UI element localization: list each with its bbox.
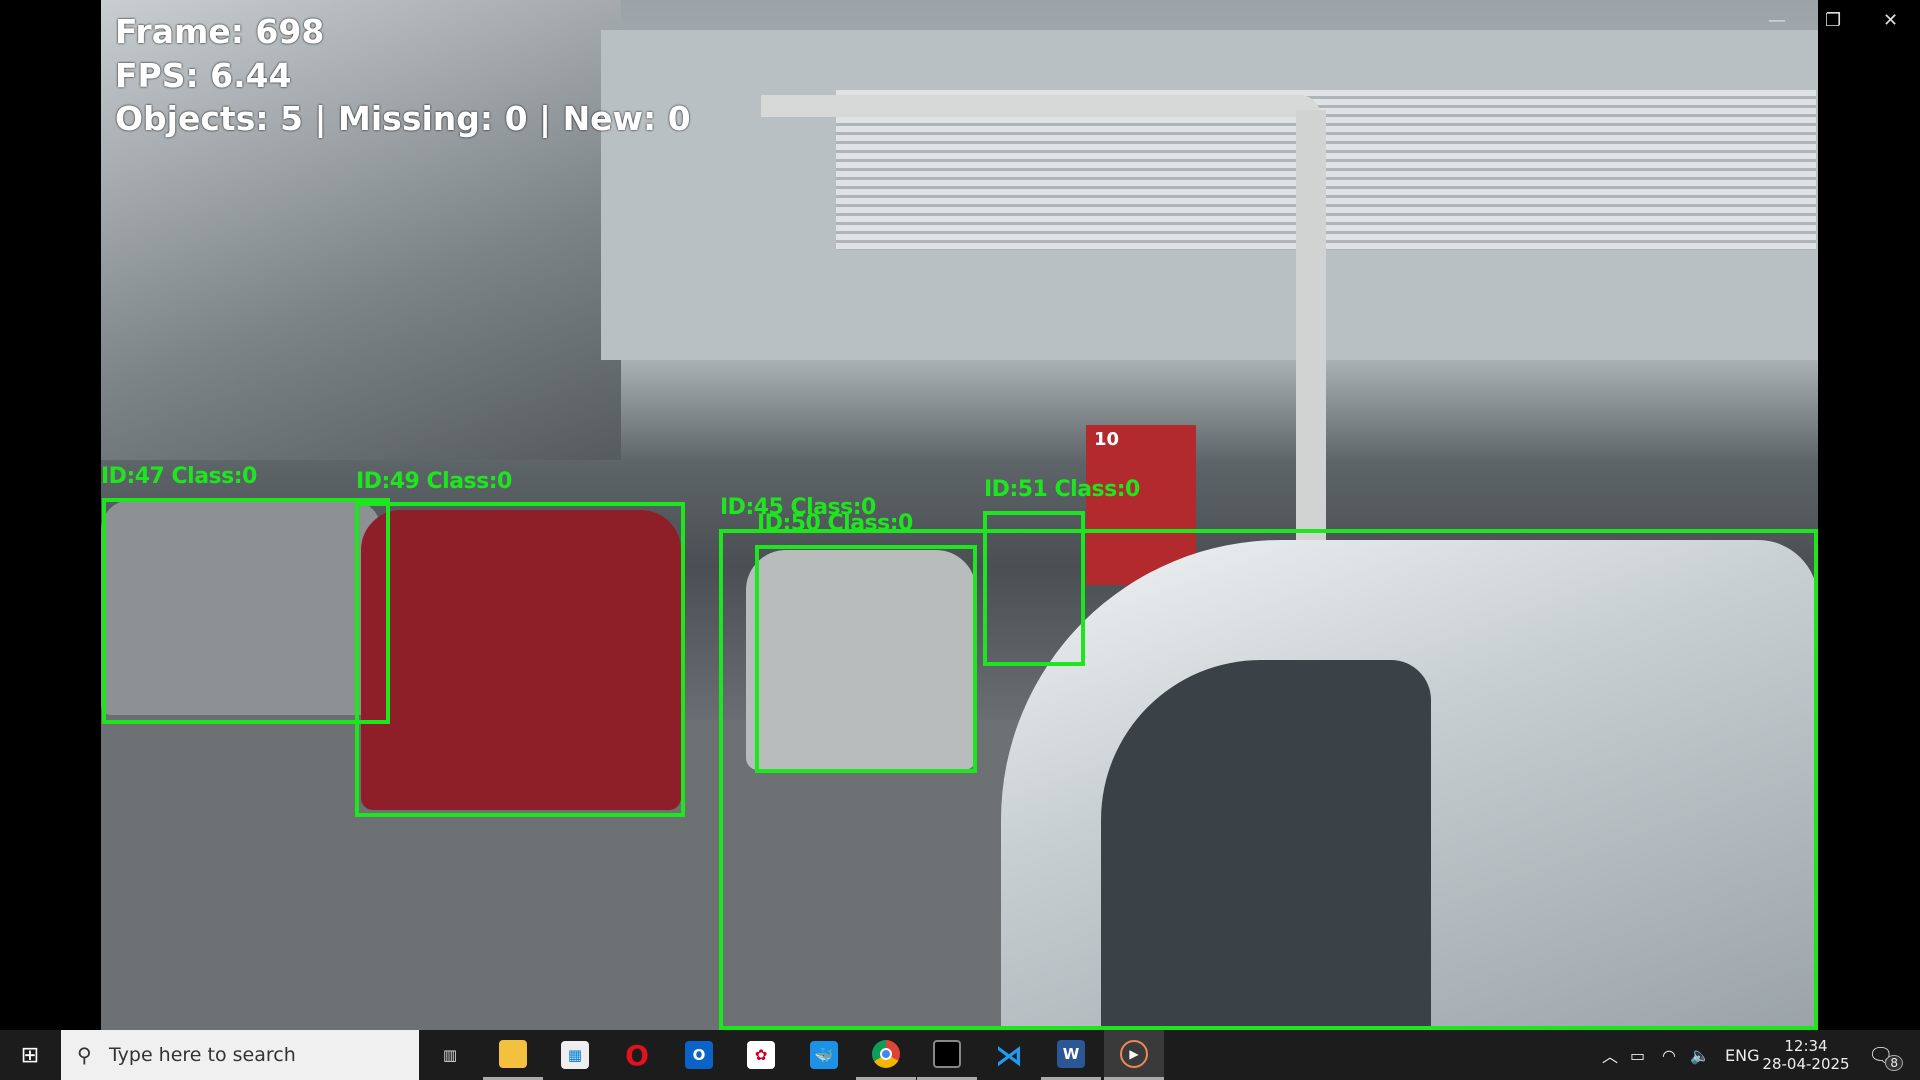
taskbar-chrome[interactable] [856, 1030, 916, 1080]
detection-label-49: ID:49 Class:0 [356, 469, 512, 494]
fps-readout: FPS: 6.44 [115, 56, 292, 95]
chevron-up-icon: ︿ [1602, 1047, 1619, 1066]
outlook-icon: O [685, 1041, 713, 1069]
taskbar: ⊞ ⚲ Type here to search ▥ ▦ O O ✿ 🐳 ⋊ W … [0, 1030, 1920, 1080]
search-placeholder: Type here to search [109, 1044, 296, 1066]
volume-icon[interactable]: 🔈 [1690, 1030, 1710, 1080]
taskbar-outlook[interactable]: O [669, 1030, 729, 1080]
close-button[interactable]: ✕ [1883, 10, 1898, 31]
minimize-button[interactable]: — [1768, 10, 1786, 31]
frame-counter: Frame: 698 [115, 12, 325, 51]
taskbar-word[interactable]: W [1041, 1030, 1101, 1080]
detection-box-51 [983, 511, 1085, 666]
notification-center-button[interactable]: 🗨 8 [1868, 1030, 1911, 1080]
restore-button[interactable]: ❐ [1825, 10, 1841, 31]
taskbar-app[interactable]: ✿ [731, 1030, 791, 1080]
opera-icon: O [625, 1038, 649, 1072]
detection-label-51: ID:51 Class:0 [984, 477, 1140, 502]
clock[interactable]: 12:34 28-04-2025 [1762, 1030, 1850, 1080]
detection-label-47: ID:47 Class:0 [101, 464, 257, 489]
detection-box-50 [755, 545, 977, 773]
docker-icon: 🐳 [810, 1041, 838, 1069]
terminal-icon [933, 1039, 961, 1068]
search-icon: ⚲ [77, 1043, 92, 1067]
taskbar-media-player[interactable]: ▶ [1104, 1030, 1164, 1080]
taskbar-docker[interactable]: 🐳 [794, 1030, 854, 1080]
task-view-button[interactable]: ▥ [420, 1030, 480, 1080]
date: 28-04-2025 [1762, 1055, 1850, 1073]
taskbar-store[interactable]: ▦ [545, 1030, 605, 1080]
windows-icon: ⊞ [20, 1042, 40, 1068]
detection-label-50: ID:50 Class:0 [757, 511, 913, 536]
task-view-icon: ▥ [442, 1046, 458, 1064]
light-pole [761, 95, 1321, 117]
object-stats: Objects: 5 | Missing: 0 | New: 0 [115, 99, 691, 138]
show-hidden-icons[interactable]: ︿ [1602, 1030, 1618, 1080]
time: 12:34 [1784, 1037, 1828, 1055]
vscode-icon: ⋊ [995, 1038, 1023, 1072]
wifi-icon[interactable]: ◠ [1662, 1030, 1676, 1080]
taskbar-opera[interactable]: O [607, 1030, 667, 1080]
word-icon: W [1057, 1039, 1085, 1068]
play-icon: ▶ [1120, 1039, 1148, 1068]
app-icon: ✿ [747, 1041, 775, 1069]
chrome-icon [872, 1039, 900, 1068]
language-indicator[interactable]: ENG [1725, 1030, 1759, 1080]
notification-count: 8 [1885, 1055, 1904, 1071]
taskbar-terminal[interactable] [917, 1030, 977, 1080]
store-icon: ▦ [561, 1041, 589, 1069]
taskbar-vscode[interactable]: ⋊ [979, 1030, 1039, 1080]
folder-icon [499, 1039, 527, 1068]
light-pole-post [1296, 110, 1326, 560]
search-box[interactable]: ⚲ Type here to search [61, 1030, 419, 1080]
detection-box-49 [355, 502, 685, 817]
detection-box-47 [102, 498, 390, 724]
sign-number: 10 [1094, 429, 1120, 450]
battery-icon[interactable]: ▭ [1630, 1030, 1645, 1080]
start-button[interactable]: ⊞ [0, 1030, 60, 1080]
taskbar-file-explorer[interactable] [483, 1030, 543, 1080]
